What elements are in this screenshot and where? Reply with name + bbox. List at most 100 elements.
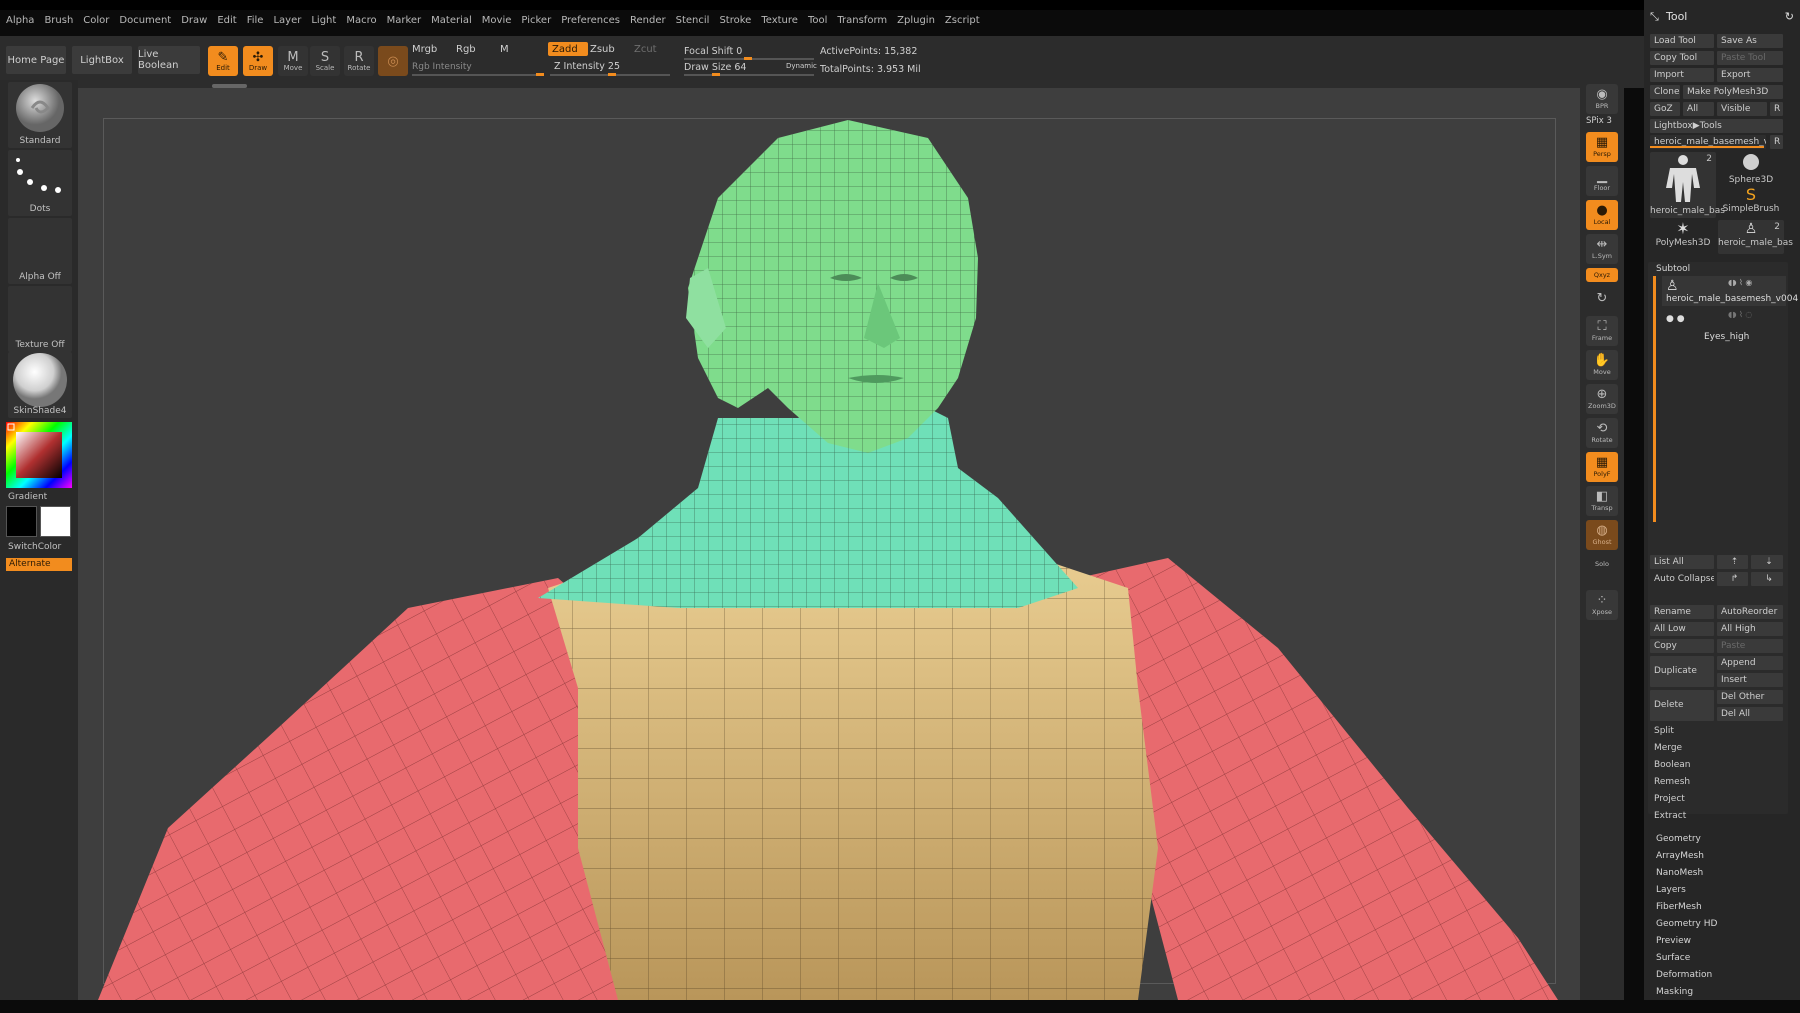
subtool-visibility-icons[interactable]: ◖◗ ⌇ ◌ bbox=[1728, 310, 1752, 319]
tool-thumb-heroic-1[interactable]: 2 heroic_male_bas bbox=[1650, 152, 1725, 218]
menu-item-zscript[interactable]: Zscript bbox=[945, 15, 980, 26]
rgb-intensity-slider[interactable]: Rgb Intensity bbox=[412, 62, 472, 72]
remesh-menu[interactable]: Remesh bbox=[1650, 775, 1783, 789]
solo-button[interactable]: Solo bbox=[1586, 554, 1618, 574]
section-geometry-hd[interactable]: Geometry HD bbox=[1656, 919, 1717, 929]
import-button[interactable]: Import bbox=[1650, 68, 1714, 82]
menu-item-render[interactable]: Render bbox=[630, 15, 666, 26]
ghost-button[interactable]: ◍ Ghost bbox=[1586, 520, 1618, 550]
insert-button[interactable]: Insert bbox=[1717, 673, 1783, 687]
menu-item-texture[interactable]: Texture bbox=[761, 15, 798, 26]
zsub-button[interactable]: Zsub bbox=[590, 42, 630, 56]
menu-item-preferences[interactable]: Preferences bbox=[561, 15, 620, 26]
material-selector[interactable]: SkinShade4 bbox=[8, 352, 72, 418]
local-button[interactable]: ● Local bbox=[1586, 200, 1618, 230]
menu-item-edit[interactable]: Edit bbox=[217, 15, 236, 26]
dynamic-toggle[interactable]: Dynamic bbox=[786, 62, 817, 70]
tool-thumb-polymesh3d[interactable]: ✶ PolyMesh3D bbox=[1650, 220, 1716, 254]
menu-item-tool[interactable]: Tool bbox=[808, 15, 827, 26]
alternate-button[interactable]: Alternate bbox=[6, 558, 72, 571]
move-down-icon[interactable]: ⇣ bbox=[1751, 555, 1783, 569]
tool-thumb-sphere3d[interactable]: Sphere3D bbox=[1718, 152, 1784, 186]
menu-item-macro[interactable]: Macro bbox=[346, 15, 376, 26]
copy-tool-button[interactable]: Copy Tool bbox=[1650, 51, 1714, 65]
menu-item-document[interactable]: Document bbox=[119, 15, 171, 26]
zadd-button[interactable]: Zadd bbox=[548, 42, 588, 56]
switch-color-button[interactable]: SwitchColor bbox=[8, 542, 61, 552]
pin-icon[interactable]: ⤡ bbox=[1650, 10, 1659, 24]
rotate-mode-button[interactable]: R Rotate bbox=[344, 46, 374, 76]
transp-button[interactable]: ◧ Transp bbox=[1586, 486, 1618, 516]
subtool-visibility-icons[interactable]: ◖◗ ⌇ ◉ bbox=[1728, 278, 1752, 287]
duplicate-button[interactable]: Duplicate bbox=[1650, 656, 1714, 687]
all-low-button[interactable]: All Low bbox=[1650, 622, 1714, 636]
project-menu[interactable]: Project bbox=[1650, 792, 1783, 806]
split-menu[interactable]: Split bbox=[1650, 724, 1783, 738]
move-up-icon[interactable]: ⇡ bbox=[1717, 555, 1748, 569]
rgb-intensity-track[interactable] bbox=[412, 74, 542, 76]
menu-item-stencil[interactable]: Stencil bbox=[676, 15, 710, 26]
extract-menu[interactable]: Extract bbox=[1650, 809, 1783, 823]
rename-button[interactable]: Rename bbox=[1650, 605, 1714, 619]
xyz-button[interactable]: Qxyz bbox=[1586, 268, 1618, 282]
model-render[interactable] bbox=[78, 88, 1580, 1000]
zcut-button[interactable]: Zcut bbox=[634, 42, 664, 56]
append-button[interactable]: Append bbox=[1717, 656, 1783, 670]
arrow-icon[interactable]: ↱ bbox=[1717, 572, 1748, 586]
list-all-button[interactable]: List All bbox=[1650, 555, 1714, 569]
auto-collapse-button[interactable]: Auto Collapse bbox=[1650, 572, 1714, 586]
boolean-menu[interactable]: Boolean bbox=[1650, 758, 1783, 772]
section-nanomesh[interactable]: NanoMesh bbox=[1656, 868, 1703, 878]
subtool-item-2[interactable]: ● ● ◖◗ ⌇ ◌ Eyes_high bbox=[1662, 310, 1786, 344]
auto-reorder-button[interactable]: AutoReorder bbox=[1717, 605, 1783, 619]
main-color-swatch[interactable] bbox=[6, 506, 37, 537]
focal-shift-slider[interactable]: Focal Shift 0 bbox=[684, 46, 742, 57]
goz-all-button[interactable]: All bbox=[1683, 102, 1714, 116]
draw-size-slider[interactable]: Draw Size 64 bbox=[684, 62, 746, 73]
subtool-scrollbar[interactable] bbox=[1653, 276, 1656, 522]
rotate-axis-icons[interactable]: ↻ bbox=[1586, 286, 1618, 312]
menu-item-stroke[interactable]: Stroke bbox=[719, 15, 751, 26]
secondary-color-swatch[interactable] bbox=[40, 506, 71, 537]
gradient-toggle[interactable]: Gradient bbox=[8, 492, 47, 502]
section-arraymesh[interactable]: ArrayMesh bbox=[1656, 851, 1704, 861]
menu-item-color[interactable]: Color bbox=[83, 15, 109, 26]
goz-r-button[interactable]: R bbox=[1770, 102, 1783, 116]
del-all-button[interactable]: Del All bbox=[1717, 707, 1783, 721]
lightbox-tools-button[interactable]: Lightbox▶Tools bbox=[1650, 119, 1783, 133]
section-geometry[interactable]: Geometry bbox=[1656, 834, 1701, 844]
paste-tool-button[interactable]: Paste Tool bbox=[1717, 51, 1783, 65]
menu-item-layer[interactable]: Layer bbox=[273, 15, 301, 26]
persp-button[interactable]: ▦ Persp bbox=[1586, 132, 1618, 162]
lsym-button[interactable]: ⇹ L.Sym bbox=[1586, 234, 1618, 264]
menu-item-zplugin[interactable]: Zplugin bbox=[897, 15, 935, 26]
goz-button[interactable]: GoZ bbox=[1650, 102, 1680, 116]
polyf-button[interactable]: ▦ PolyF bbox=[1586, 452, 1618, 482]
move-mode-button[interactable]: M Move bbox=[278, 46, 308, 76]
menu-item-light[interactable]: Light bbox=[311, 15, 336, 26]
delete-button[interactable]: Delete bbox=[1650, 690, 1714, 721]
menu-item-material[interactable]: Material bbox=[431, 15, 472, 26]
mrgb-button[interactable]: Mrgb bbox=[412, 42, 452, 56]
texture-selector[interactable]: Texture Off bbox=[8, 286, 72, 352]
live-boolean-button[interactable]: Live Boolean bbox=[138, 46, 200, 74]
all-high-button[interactable]: All High bbox=[1717, 622, 1783, 636]
menu-item-brush[interactable]: Brush bbox=[44, 15, 73, 26]
home-page-button[interactable]: Home Page bbox=[6, 46, 66, 74]
spix-control[interactable]: SPix 3 bbox=[1586, 116, 1612, 126]
merge-menu[interactable]: Merge bbox=[1650, 741, 1783, 755]
menu-item-draw[interactable]: Draw bbox=[181, 15, 207, 26]
alpha-selector[interactable]: Alpha Off bbox=[8, 218, 72, 284]
section-deformation[interactable]: Deformation bbox=[1656, 970, 1712, 980]
arrow-down-icon[interactable]: ↳ bbox=[1751, 572, 1783, 586]
tool-thumb-simplebrush[interactable]: S SimpleBrush bbox=[1718, 186, 1784, 220]
goz-visible-button[interactable]: Visible bbox=[1717, 102, 1767, 116]
current-tool-r-button[interactable]: R bbox=[1770, 135, 1783, 149]
lightbox-button[interactable]: LightBox bbox=[72, 46, 132, 74]
menu-item-alpha[interactable]: Alpha bbox=[6, 15, 34, 26]
menu-item-file[interactable]: File bbox=[247, 15, 264, 26]
clone-button[interactable]: Clone bbox=[1650, 85, 1680, 99]
palette-refresh-icon[interactable]: ↻ bbox=[1785, 10, 1794, 23]
section-layers[interactable]: Layers bbox=[1656, 885, 1686, 895]
brush-selector[interactable]: Standard bbox=[8, 82, 72, 148]
